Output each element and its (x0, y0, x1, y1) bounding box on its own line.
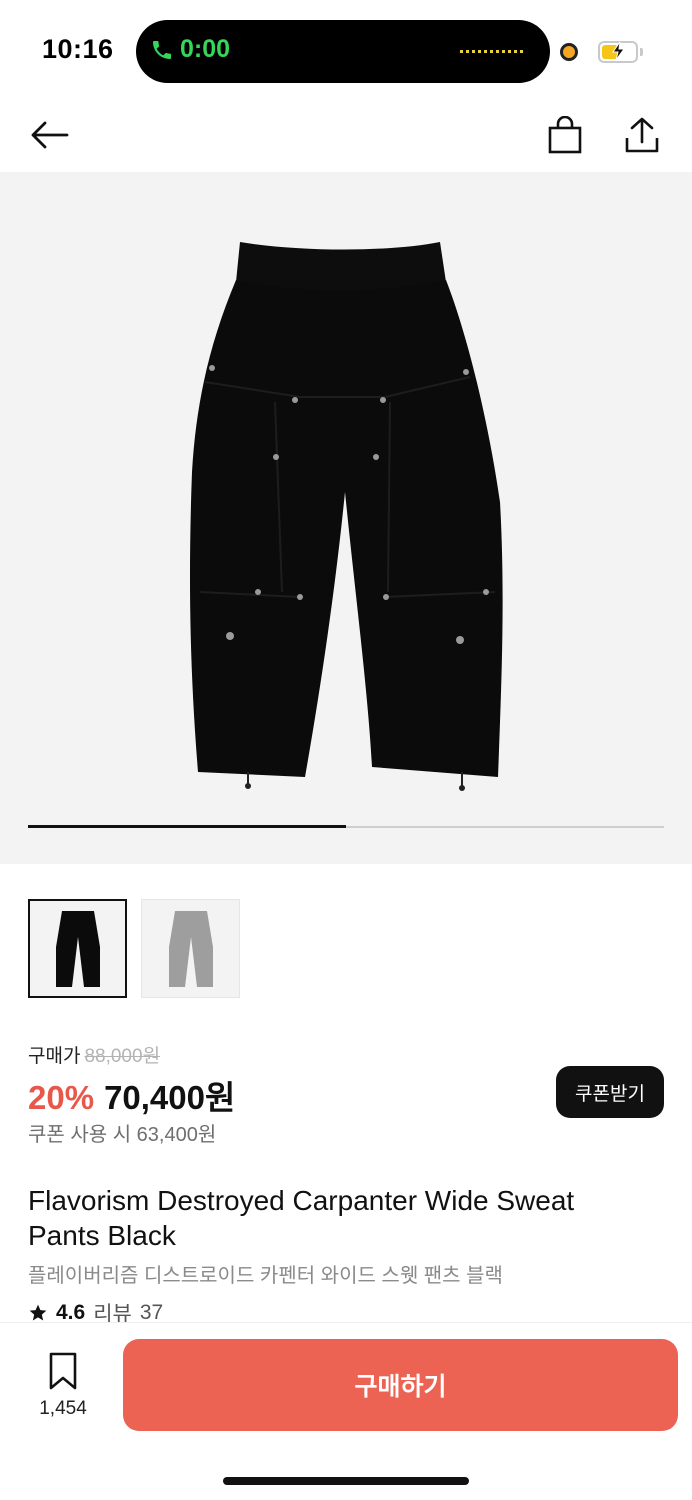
call-indicator: 0:00 (150, 35, 230, 64)
price-row: 20% 70,400원 (28, 1071, 235, 1119)
thumbnail-list (28, 899, 240, 998)
thumbnail-image (55, 910, 100, 987)
sale-price: 70,400원 (104, 1079, 236, 1116)
shopping-bag-icon (548, 116, 582, 154)
product-title: Flavorism Destroyed Carpanter Wide Sweat… (28, 1185, 575, 1251)
coupon-price-info: 쿠폰 사용 시 63,400원 (28, 1124, 217, 1146)
status-bar: 10:16 0:00 (0, 0, 692, 100)
thumbnail-image (168, 910, 213, 987)
thumbnail-black[interactable] (28, 899, 127, 998)
call-duration: 0:00 (180, 35, 231, 63)
thumbnail-gray[interactable] (141, 899, 240, 998)
star-icon (29, 1304, 47, 1321)
phone-icon (153, 40, 171, 59)
home-indicator[interactable] (223, 1477, 469, 1485)
product-title-korean: 플레이버리즘 디스트로이드 카펜터 와이드 스웻 팬츠 블랙 (28, 1265, 503, 1287)
top-nav (0, 100, 692, 172)
charging-bolt-icon (610, 41, 628, 66)
image-progress-track (28, 825, 664, 828)
back-button[interactable] (26, 112, 72, 158)
buy-button[interactable]: 구매하기 (123, 1339, 678, 1431)
original-price: 88,000원 (84, 1046, 161, 1067)
cart-button[interactable] (542, 112, 588, 158)
price-label: 구매가 (28, 1046, 81, 1067)
audio-waveform (460, 50, 526, 53)
recording-indicator-icon (560, 43, 578, 61)
product-image-carousel[interactable] (0, 172, 692, 864)
discount-rate: 20% (28, 1079, 95, 1116)
coupon-button[interactable]: 쿠폰받기 (556, 1066, 664, 1118)
bottom-action-bar: 1,454 구매하기 (0, 1322, 692, 1500)
battery-cap (640, 48, 643, 56)
price-label-row: 구매가 88,000원 (28, 1041, 160, 1068)
image-progress-indicator (28, 825, 346, 828)
bookmark-button[interactable]: 1,454 (30, 1351, 96, 1420)
dynamic-island[interactable]: 0:00 (136, 20, 550, 83)
arrow-left-icon (31, 121, 69, 149)
bookmark-count: 1,454 (39, 1398, 87, 1419)
share-button[interactable] (619, 112, 665, 158)
share-icon (625, 117, 659, 153)
bookmark-icon (49, 1352, 77, 1390)
status-time: 10:16 (42, 34, 114, 64)
product-image-pants (190, 242, 503, 791)
